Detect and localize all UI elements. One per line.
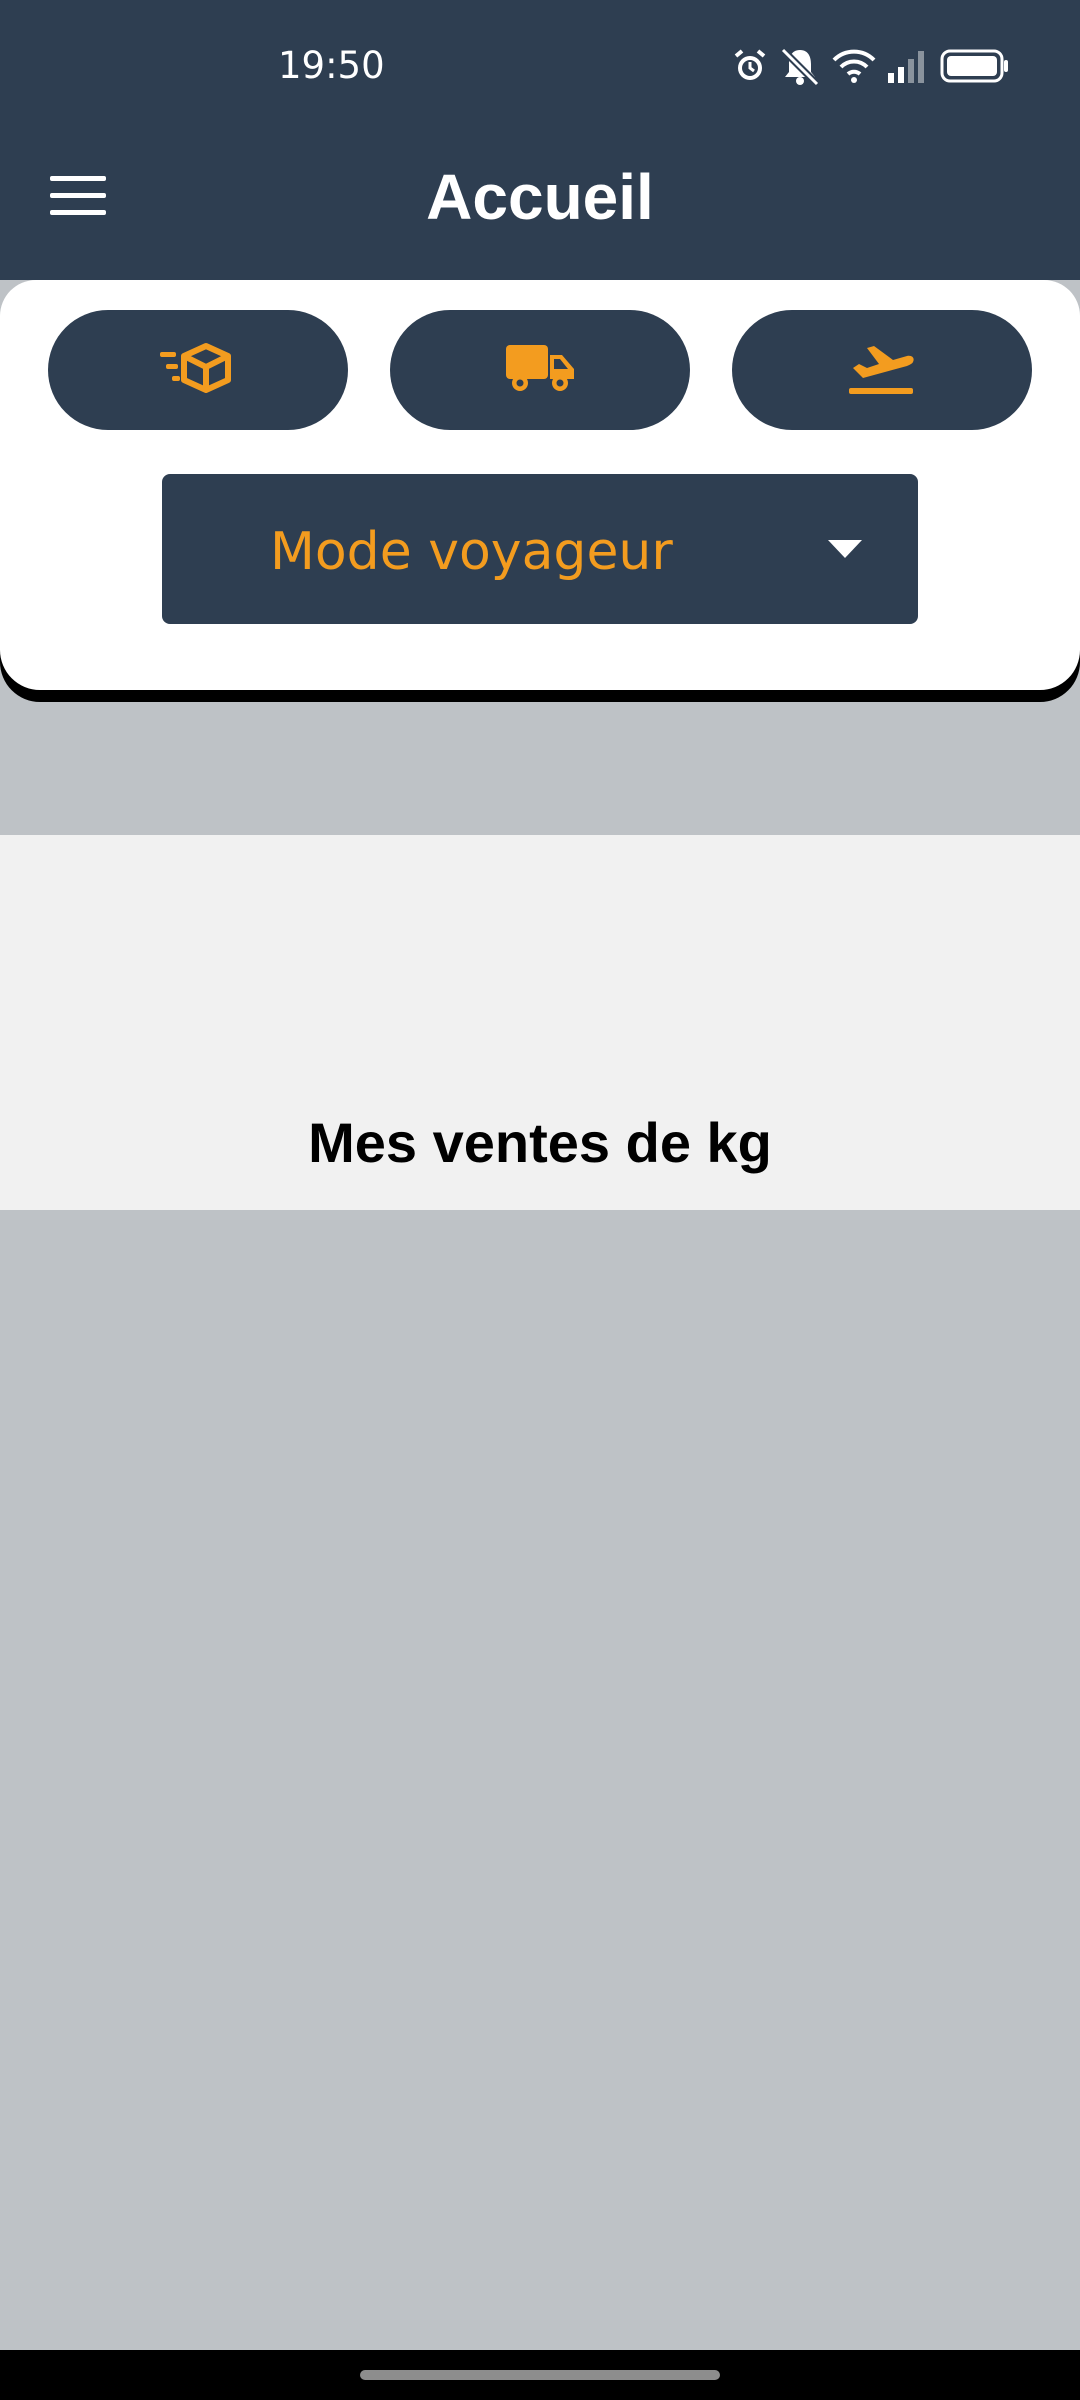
home-indicator[interactable] <box>360 2370 720 2380</box>
system-nav-bar <box>0 2350 1080 2400</box>
bell-muted-icon <box>778 46 822 91</box>
flight-departure-button[interactable] <box>732 310 1032 430</box>
fast-package-icon <box>158 340 238 401</box>
signal-icon <box>886 49 930 88</box>
app-bar: 19:50 Accueil <box>0 0 1080 280</box>
wifi-icon <box>832 48 876 89</box>
status-icons <box>732 46 1010 90</box>
truck-icon <box>504 341 576 400</box>
mode-dropdown[interactable]: Mode voyageur <box>162 474 918 624</box>
battery-icon <box>940 49 1010 88</box>
section-title: Mes ventes de kg <box>308 1111 772 1174</box>
status-time: 19:50 <box>278 44 385 87</box>
mode-dropdown-value: Mode voyageur <box>270 522 673 582</box>
alarm-icon <box>732 48 768 89</box>
truck-button[interactable] <box>390 310 690 430</box>
plane-departure-icon <box>847 338 917 403</box>
fast-delivery-button[interactable] <box>48 310 348 430</box>
chevron-down-icon <box>828 540 862 558</box>
page-title: Accueil <box>426 161 654 233</box>
